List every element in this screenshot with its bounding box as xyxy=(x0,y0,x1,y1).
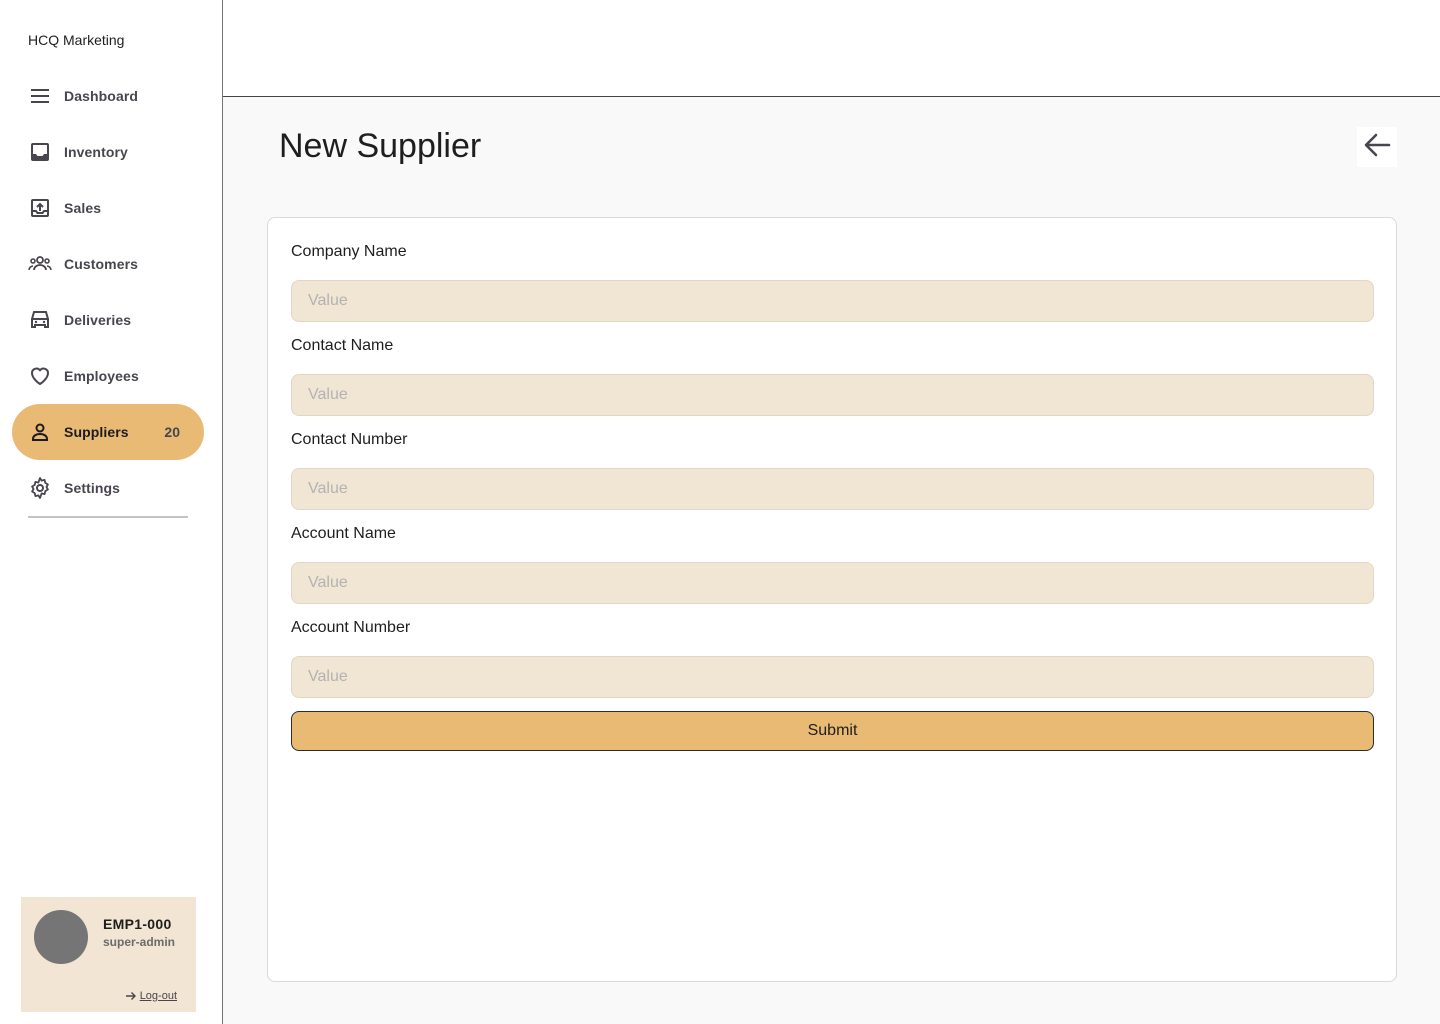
contact-name-input[interactable] xyxy=(291,374,1374,416)
suppliers-count-badge: 20 xyxy=(164,424,180,440)
sidebar-item-sales[interactable]: Sales xyxy=(12,180,204,236)
new-supplier-form: Company Name Contact Name Contact Number… xyxy=(267,217,1397,982)
sidebar-item-inventory[interactable]: Inventory xyxy=(12,124,204,180)
account-number-field-group: Account Number xyxy=(291,616,1374,698)
person-icon xyxy=(28,420,52,444)
sidebar-item-label: Deliveries xyxy=(64,312,132,328)
arrow-left-icon xyxy=(1361,129,1393,166)
logout-link[interactable]: Log-out xyxy=(124,989,177,1003)
vehicle-icon xyxy=(28,308,52,332)
account-name-label: Account Name xyxy=(291,525,396,542)
sidebar-item-label: Inventory xyxy=(64,144,128,160)
company-name-input[interactable] xyxy=(291,280,1374,322)
brand-name: HCQ Marketing xyxy=(28,32,125,48)
sidebar-item-customers[interactable]: Customers xyxy=(12,236,204,292)
page-title: New Supplier xyxy=(279,127,482,165)
account-number-input[interactable] xyxy=(291,656,1374,698)
sidebar: HCQ Marketing Dashboard Inventory Sales … xyxy=(0,0,223,1024)
sidebar-item-label: Customers xyxy=(64,256,139,272)
group-icon xyxy=(28,252,52,276)
sidebar-item-label: Employees xyxy=(64,368,139,384)
contact-number-field-group: Contact Number xyxy=(291,428,1374,510)
account-name-field-group: Account Name xyxy=(291,522,1374,604)
contact-number-input[interactable] xyxy=(291,468,1374,510)
sidebar-item-settings[interactable]: Settings xyxy=(12,460,204,516)
back-button[interactable] xyxy=(1357,127,1397,167)
inbox-icon xyxy=(28,140,52,164)
contact-number-label: Contact Number xyxy=(291,431,408,448)
sidebar-nav: Dashboard Inventory Sales Customers Deli… xyxy=(12,68,204,516)
heart-icon xyxy=(28,364,52,388)
logout-label: Log-out xyxy=(139,990,177,1002)
arrow-right-icon xyxy=(124,989,138,1003)
company-name-field-group: Company Name xyxy=(291,240,1374,322)
contact-name-field-group: Contact Name xyxy=(291,334,1374,416)
account-number-label: Account Number xyxy=(291,619,411,636)
main-content: New Supplier Company Name Contact Name C… xyxy=(223,97,1440,1024)
top-bar xyxy=(223,0,1440,97)
user-id: EMP1-000 xyxy=(103,916,172,932)
upload-box-icon xyxy=(28,196,52,220)
sidebar-item-employees[interactable]: Employees xyxy=(12,348,204,404)
sidebar-item-dashboard[interactable]: Dashboard xyxy=(12,68,204,124)
sidebar-item-suppliers[interactable]: Suppliers 20 xyxy=(12,404,204,460)
sidebar-item-label: Settings xyxy=(64,480,121,496)
user-card: EMP1-000 super-admin Log-out xyxy=(21,897,196,1012)
sidebar-item-label: Sales xyxy=(64,200,102,216)
account-name-input[interactable] xyxy=(291,562,1374,604)
sidebar-divider xyxy=(28,516,188,518)
gear-icon xyxy=(28,476,52,500)
sidebar-item-label: Dashboard xyxy=(64,88,139,104)
contact-name-label: Contact Name xyxy=(291,337,394,354)
avatar[interactable] xyxy=(34,910,88,964)
company-name-label: Company Name xyxy=(291,243,407,260)
menu-icon xyxy=(28,84,52,108)
sidebar-item-deliveries[interactable]: Deliveries xyxy=(12,292,204,348)
sidebar-item-label: Suppliers xyxy=(64,424,129,440)
user-role: super-admin xyxy=(103,935,176,949)
submit-button[interactable]: Submit xyxy=(291,711,1374,751)
